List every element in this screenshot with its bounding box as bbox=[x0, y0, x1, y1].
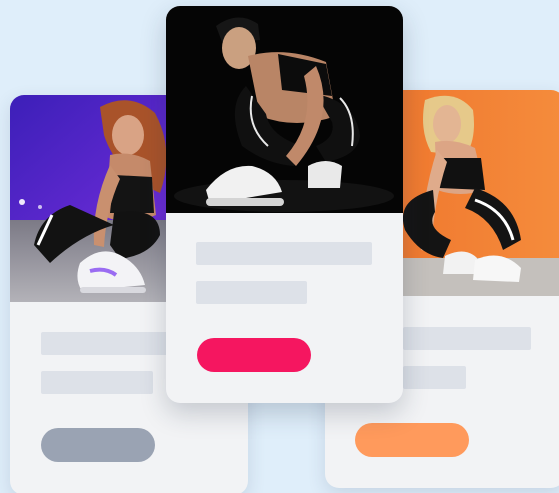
title-placeholder bbox=[41, 332, 169, 355]
product-image[interactable] bbox=[166, 6, 403, 213]
subtitle-placeholder bbox=[196, 281, 307, 304]
title-placeholder bbox=[403, 327, 531, 350]
product-card-center[interactable] bbox=[166, 6, 403, 403]
sneaker-photo-black-background bbox=[166, 6, 403, 213]
title-placeholder bbox=[196, 242, 372, 265]
subtitle-placeholder bbox=[41, 371, 153, 394]
subtitle-placeholder bbox=[403, 366, 466, 389]
card-action-button[interactable] bbox=[355, 423, 469, 457]
card-action-button[interactable] bbox=[197, 338, 311, 372]
card-action-button[interactable] bbox=[41, 428, 155, 462]
